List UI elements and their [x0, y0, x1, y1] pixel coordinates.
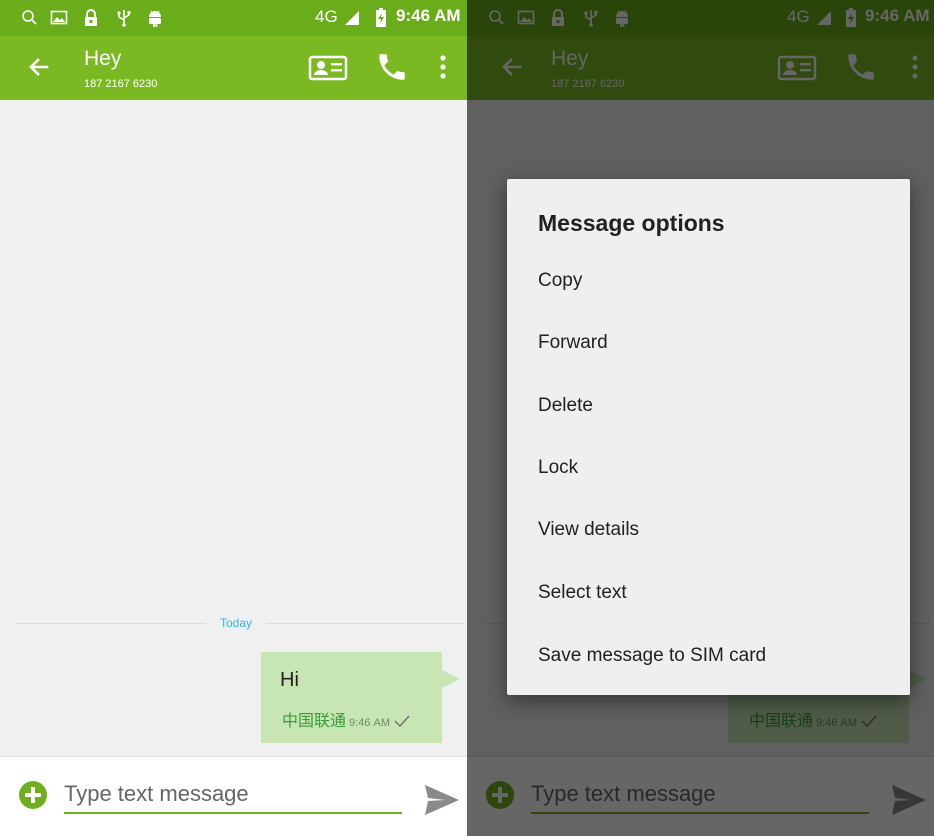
battery-charging-icon [376, 8, 386, 27]
contact-number: 187 2167 6230 [84, 78, 158, 90]
search-icon [22, 10, 37, 25]
check-icon [394, 715, 410, 728]
message-input[interactable] [64, 776, 402, 814]
message-text: Hi [280, 669, 299, 691]
option-lock[interactable]: Lock [538, 457, 578, 479]
back-arrow-icon[interactable] [26, 54, 52, 80]
message-list[interactable]: Today Hi 中国联通9:46 AM [0, 100, 467, 756]
option-delete[interactable]: Delete [538, 395, 593, 417]
option-select-text[interactable]: Select text [538, 582, 627, 604]
send-icon[interactable] [423, 783, 461, 817]
option-save-to-sim[interactable]: Save message to SIM card [538, 645, 766, 667]
app-bar: Hey 187 2167 6230 [0, 36, 467, 100]
compose-bar [0, 756, 467, 836]
add-circle-icon[interactable] [18, 780, 48, 810]
message-bubble[interactable]: Hi 中国联通9:46 AM [261, 652, 460, 743]
conversation-screen-with-dialog: 4G 9:46 AM Hey 187 2167 6230 Today Hi 中国… [467, 0, 934, 836]
message-options-dialog: Message options Copy Forward Delete Lock… [507, 179, 910, 695]
contact-name: Hey [84, 47, 122, 70]
dialog-title: Message options [538, 210, 725, 236]
usb-icon [117, 10, 131, 27]
contact-card-icon[interactable] [308, 54, 348, 82]
image-icon [50, 10, 68, 25]
message-meta: 中国联通9:46 AM [282, 707, 411, 731]
carrier-label: 中国联通 [282, 711, 347, 730]
android-debug-icon [149, 10, 161, 27]
signal-icon [345, 11, 359, 25]
status-bar: 4G 9:46 AM [0, 0, 467, 36]
status-time: 9:46 AM [396, 6, 461, 25]
message-time: 9:46 AM [349, 717, 390, 729]
lock-icon [85, 9, 97, 26]
option-forward[interactable]: Forward [538, 332, 608, 354]
option-view-details[interactable]: View details [538, 519, 639, 541]
day-label: Today [219, 616, 253, 630]
divider [266, 623, 464, 624]
divider [16, 623, 206, 624]
conversation-screen: 4G 9:46 AM Hey 187 2167 6230 Today Hi 中国… [0, 0, 467, 836]
more-vert-icon[interactable] [438, 53, 448, 81]
option-copy[interactable]: Copy [538, 270, 582, 292]
day-separator: Today [16, 613, 464, 633]
network-type: 4G [315, 7, 338, 26]
phone-icon[interactable] [375, 50, 409, 84]
